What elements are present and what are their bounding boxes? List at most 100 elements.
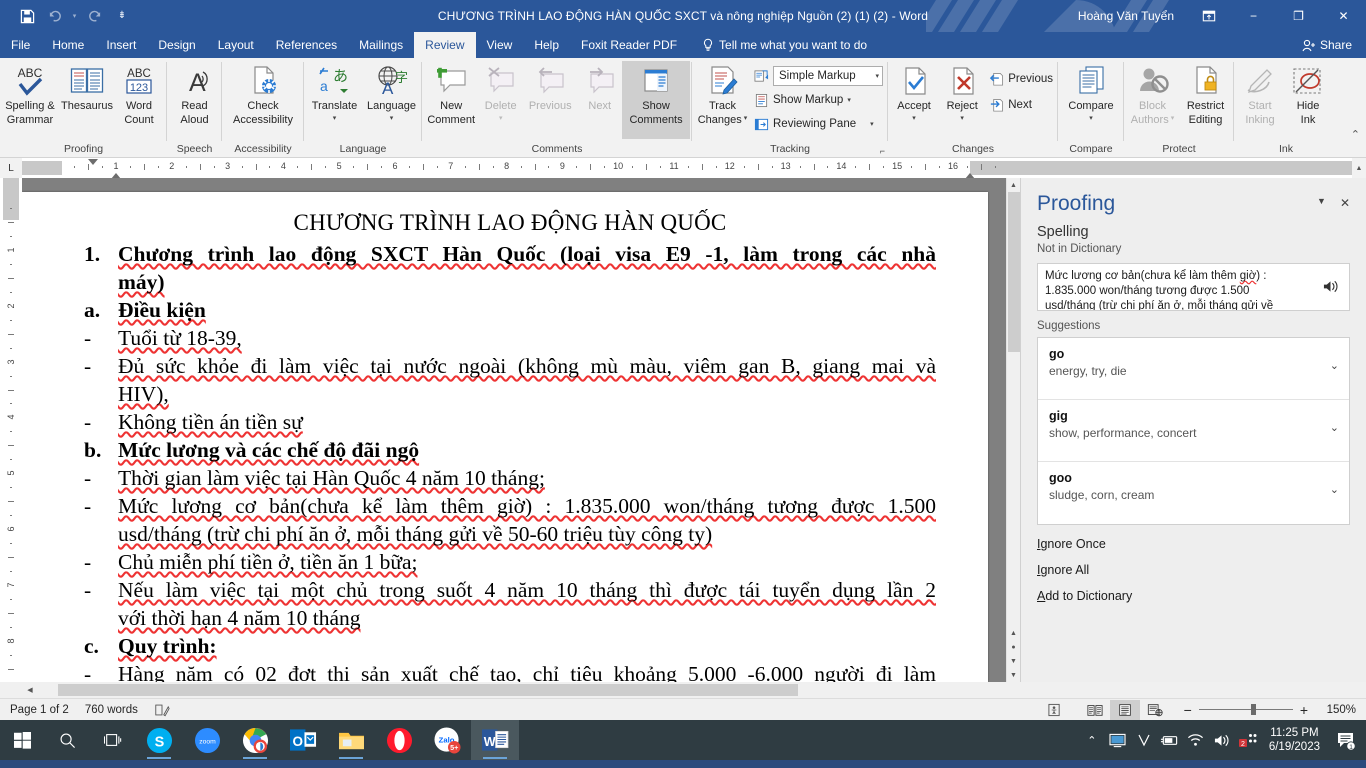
compare-button[interactable]: Compare ▾ (1060, 61, 1122, 127)
document-scroll-area[interactable]: CHƯƠNG TRÌNH LAO ĐỘNG HÀN QUỐC 1.Chương … (22, 178, 1006, 682)
document-line[interactable]: -Tuổi từ 18-39, (84, 324, 936, 352)
windows-start-icon[interactable] (0, 720, 45, 760)
document-line[interactable]: máy) (84, 268, 936, 296)
next-change-button[interactable]: Next (986, 94, 1056, 116)
read-aloud-button[interactable]: A Read Aloud (169, 61, 220, 128)
zalo-taskbar-icon[interactable]: Zalo5+ (423, 720, 471, 760)
suggestion-item[interactable]: goenergy, try, die⌄ (1038, 338, 1349, 400)
ribbon-display-options-icon[interactable] (1186, 0, 1231, 32)
document-line[interactable]: usd/tháng (trừ chi phí ăn ở, mỗi tháng g… (84, 520, 936, 548)
ribbon-tab-mailings[interactable]: Mailings (348, 32, 414, 58)
scroll-down-icon[interactable]: ▼ (1007, 668, 1021, 682)
compare-dropdown-icon[interactable]: ▾ (1089, 113, 1093, 126)
document-page[interactable]: CHƯƠNG TRÌNH LAO ĐỘNG HÀN QUỐC 1.Chương … (22, 192, 988, 682)
hide-ink-button[interactable]: Hide Ink (1284, 61, 1332, 128)
accessibility-checker-icon[interactable] (1047, 703, 1080, 717)
select-browse-object-icon[interactable]: ● (1007, 640, 1021, 654)
tab-selector-button[interactable]: L (0, 158, 22, 178)
zoom-slider[interactable]: − + (1184, 702, 1308, 718)
chevron-down-icon[interactable]: ⌄ (1330, 471, 1339, 496)
page-indicator[interactable]: Page 1 of 2 (10, 704, 69, 716)
print-layout-view-button[interactable] (1110, 700, 1140, 720)
proofing-status-icon[interactable] (154, 703, 170, 717)
ribbon-tab-review[interactable]: Review (414, 32, 475, 58)
document-line[interactable]: -Mức lương cơ bản(chưa kể làm thêm giờ) … (84, 492, 936, 520)
ribbon-tab-insert[interactable]: Insert (95, 32, 147, 58)
horizontal-scroll-track[interactable] (38, 683, 694, 697)
document-line[interactable]: 1.Chương trình lao động SXCT Hàn Quốc (l… (84, 240, 936, 268)
volume-icon[interactable] (1209, 720, 1235, 760)
ribbon-tab-file[interactable]: File (0, 32, 41, 58)
display-icon[interactable] (1105, 720, 1131, 760)
ribbon-tab-foxit-reader-pdf[interactable]: Foxit Reader PDF (570, 32, 688, 58)
account-name[interactable]: Hoàng Văn Tuyển (1078, 9, 1186, 23)
collapse-ribbon-icon[interactable]: ⌃ (1351, 128, 1360, 141)
close-icon[interactable]: ✕ (1340, 196, 1350, 210)
chevron-down-icon[interactable]: ▾ (875, 72, 879, 80)
vertical-scroll-track[interactable] (1007, 192, 1021, 626)
document-line[interactable]: b.Mức lương và các chế độ đãi ngộ (84, 436, 936, 464)
check-accessibility-button[interactable]: Check Accessibility (224, 61, 302, 128)
close-button[interactable]: ✕ (1321, 0, 1366, 32)
ignore-once-action[interactable]: Ignore Once (1037, 537, 1350, 551)
vertical-scrollbar[interactable]: ▲ ▲ ● ▼ ▼ (1006, 178, 1020, 682)
translate-dropdown-icon[interactable]: ▾ (333, 113, 337, 126)
wifi-icon[interactable] (1183, 720, 1209, 760)
document-line[interactable]: c.Quy trình: (84, 632, 936, 660)
outlook-taskbar-icon[interactable]: O (279, 720, 327, 760)
reviewing-pane-dropdown-icon[interactable]: ▾ (870, 120, 874, 128)
zoom-level[interactable]: 150% (1316, 704, 1356, 716)
save-icon[interactable] (14, 4, 40, 28)
tell-me-search[interactable]: Tell me what you want to do (688, 32, 867, 58)
document-line[interactable]: với thời hạn 4 năm 10 tháng (84, 604, 936, 632)
translate-button[interactable]: aあ Translate ▾ (306, 61, 363, 127)
minimize-button[interactable]: − (1231, 0, 1276, 32)
chevron-down-icon[interactable]: ⌄ (1330, 347, 1339, 372)
show-hidden-icons-button[interactable]: ⌃ (1079, 720, 1105, 760)
read-aloud-speaker-icon[interactable] (1317, 269, 1343, 294)
suggestion-item[interactable]: goosludge, corn, cream⌄ (1038, 462, 1349, 524)
action-center-icon[interactable]: 1 (1328, 720, 1364, 760)
word-taskbar-icon[interactable]: W (471, 720, 519, 760)
read-mode-view-button[interactable] (1080, 700, 1110, 720)
document-line[interactable]: -Thời gian làm việc tại Hàn Quốc 4 năm 1… (84, 464, 936, 492)
suggestion-item[interactable]: gigshow, performance, concert⌄ (1038, 400, 1349, 462)
chevron-down-icon[interactable]: ⌄ (1330, 409, 1339, 434)
scroll-up-icon[interactable]: ▲ (1007, 178, 1021, 192)
undo-icon[interactable] (42, 4, 68, 28)
ribbon-tab-references[interactable]: References (265, 32, 348, 58)
document-line[interactable]: -Hàng năm có 02 đợt thi sản xuất chế tạo… (84, 660, 936, 682)
accept-change-button[interactable]: Accept ▾ (890, 61, 938, 127)
ignore-all-action[interactable]: Ignore All (1037, 563, 1350, 577)
document-line[interactable]: HIV), (84, 380, 936, 408)
taskbar-clock[interactable]: 11:25 PM 6/19/2023 (1261, 726, 1328, 754)
pane-options-icon[interactable]: ▼ (1317, 196, 1326, 210)
redo-icon[interactable] (81, 4, 107, 28)
restrict-editing-button[interactable]: Restrict Editing (1179, 61, 1232, 128)
document-body[interactable]: CHƯƠNG TRÌNH LAO ĐỘNG HÀN QUỐC 1.Chương … (22, 192, 988, 682)
web-layout-view-button[interactable] (1140, 700, 1170, 720)
track-changes-dropdown-icon[interactable]: ▾ (744, 113, 748, 126)
ruler-scroll-up[interactable]: ▲ (1352, 158, 1366, 178)
share-button[interactable]: Share (1302, 32, 1366, 58)
restore-button[interactable]: ❐ (1276, 0, 1321, 32)
zoom-taskbar-icon[interactable]: zoom (183, 720, 231, 760)
language-dropdown-icon[interactable]: ▾ (390, 113, 394, 126)
undo-dropdown-icon[interactable]: ▾ (70, 4, 79, 28)
reject-change-button[interactable]: Reject ▾ (938, 61, 986, 127)
misspelled-context-box[interactable]: Mức lương cơ bản(chưa kể làm thêm giờ) :… (1037, 263, 1350, 311)
document-line[interactable]: a.Điều kiện (84, 296, 936, 324)
ribbon-tab-view[interactable]: View (476, 32, 524, 58)
opera-taskbar-icon[interactable] (375, 720, 423, 760)
battery-icon[interactable] (1157, 720, 1183, 760)
new-comment-button[interactable]: New Comment (424, 61, 478, 128)
scroll-left-icon[interactable]: ◀ (22, 682, 38, 698)
ime-icon[interactable]: 2 (1235, 720, 1261, 760)
add-to-dictionary-action[interactable]: Add to Dictionary (1037, 589, 1350, 603)
vertical-scroll-thumb[interactable] (1008, 192, 1020, 352)
reviewing-pane-menu[interactable]: Reviewing Pane ▾ (751, 113, 886, 135)
ribbon-tab-home[interactable]: Home (41, 32, 95, 58)
document-line[interactable]: -Không tiền án tiền sự (84, 408, 936, 436)
zoom-out-button[interactable]: − (1184, 702, 1192, 718)
skype-taskbar-icon[interactable]: S (135, 720, 183, 760)
